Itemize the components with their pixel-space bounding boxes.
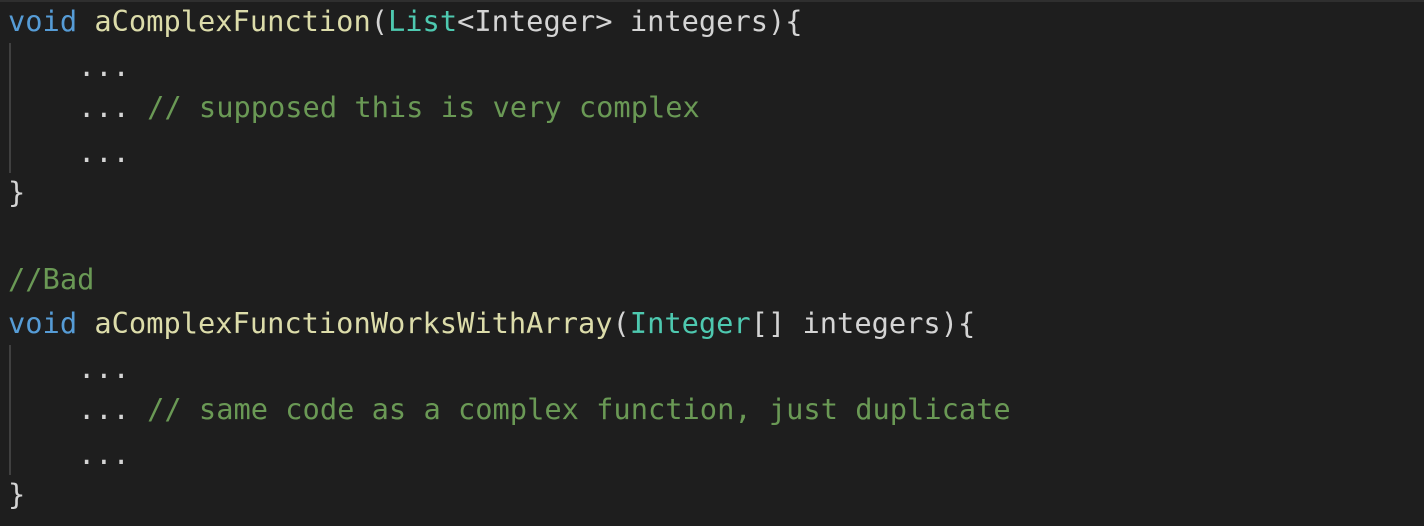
close-brace: } [8,477,26,511]
keyword-void: void [8,306,78,340]
function-name: aComplexFunctionWorksWithArray [94,306,613,340]
keyword-void: void [8,4,78,38]
code-line-body[interactable]: ... [8,131,130,174]
param-name: [] integers){ [750,306,976,340]
code-line-close-brace[interactable]: } [8,473,25,516]
param-name: integers){ [612,4,803,38]
ellipsis: ... [78,90,130,124]
ellipsis: ... [78,49,130,83]
code-line-body[interactable]: ... // supposed this is very complex [8,86,700,129]
open-paren: ( [370,4,388,38]
code-line-body[interactable]: ... [8,45,130,88]
ellipsis: ... [78,437,130,471]
function-name: aComplexFunction [94,4,371,38]
param-type: Integer [629,306,751,340]
code-editor[interactable]: void aComplexFunction(List<Integer> inte… [8,0,1418,526]
close-brace: } [8,175,26,209]
code-line-comment[interactable]: //Bad [8,258,94,301]
code-line-body[interactable]: ... [8,347,130,390]
bad-comment: //Bad [8,262,95,296]
code-comment: // same code as a complex function, just… [147,392,1011,426]
code-line-close-brace[interactable]: } [8,171,25,214]
code-line-function-signature[interactable]: void aComplexFunction(List<Integer> inte… [8,0,803,43]
open-paren: ( [612,306,630,340]
code-line-function-signature[interactable]: void aComplexFunctionWorksWithArray(Inte… [8,302,975,345]
code-line-body[interactable]: ... // same code as a complex function, … [8,388,1011,431]
param-type: List [388,4,458,38]
ellipsis: ... [78,135,130,169]
generic-type: <Integer> [457,4,613,38]
code-comment: // supposed this is very complex [147,90,700,124]
ellipsis: ... [78,392,130,426]
ellipsis: ... [78,351,130,385]
code-line-body[interactable]: ... [8,433,130,476]
